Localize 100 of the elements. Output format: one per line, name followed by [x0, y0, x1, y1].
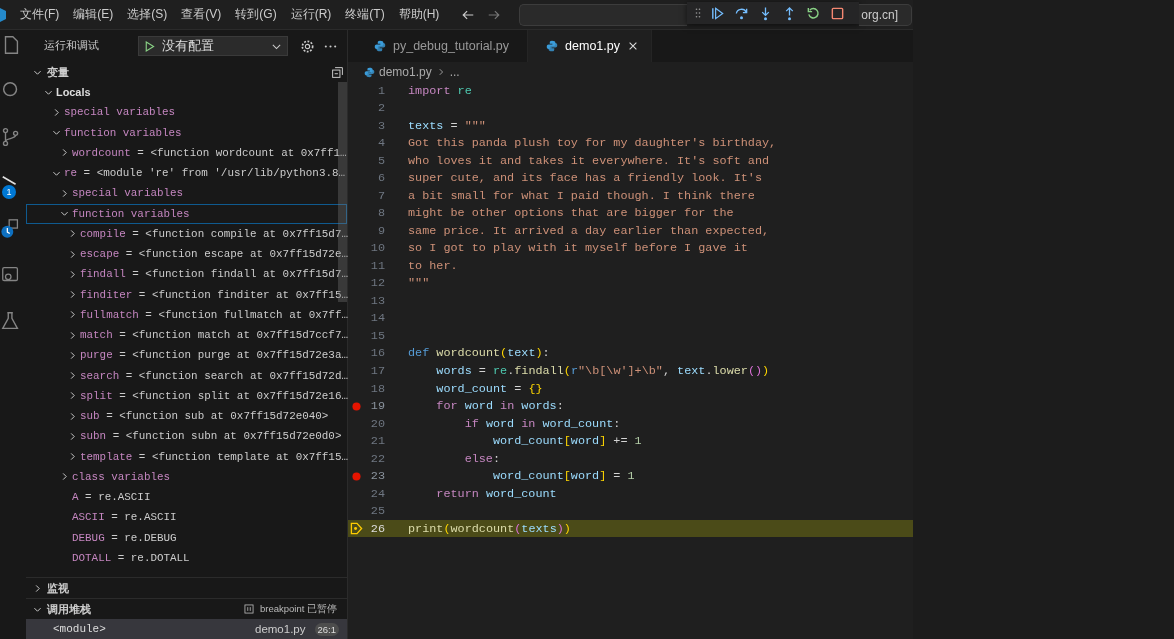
tree-row[interactable]: re = <module 're' from '/usr/lib/python3.8… [26, 163, 347, 184]
tree-row[interactable]: fullmatch = <function fullmatch at 0x7ff… [26, 304, 347, 325]
section-title[interactable]: 调用堆栈 [47, 601, 91, 617]
breadcrumb-item[interactable]: ... [449, 65, 460, 79]
tree-row[interactable]: function variables [26, 203, 347, 224]
variable-name: split [80, 389, 113, 402]
tree-row[interactable]: escape = <function escape at 0x7ff15d72e… [26, 244, 347, 265]
editor-tab[interactable]: demo1.py [528, 30, 652, 62]
variable-name: template [80, 450, 133, 463]
variable-value: = <function search at 0x7ff15d72d… [125, 369, 348, 382]
menu-item[interactable]: 转到(G) [235, 6, 277, 23]
tree-row[interactable]: match = <function match at 0x7ff15d7ccf7… [26, 325, 347, 346]
line-number: 17 [369, 364, 385, 378]
settings-icon[interactable] [300, 38, 315, 54]
tree-row[interactable]: subn = <function subn at 0x7ff15d72e0d0> [26, 426, 347, 447]
line-number: 4 [376, 136, 385, 151]
section-title[interactable]: 变量 [47, 64, 69, 80]
tree-row[interactable]: class variables [26, 466, 347, 487]
breakpoint-icon[interactable] [351, 401, 361, 411]
variable-value: = <function finditer at 0x7ff15… [138, 288, 348, 301]
scope-name: Locals [56, 86, 91, 99]
tree-row[interactable]: sub = <function sub at 0x7ff15d72e040> [26, 406, 347, 427]
drag-handle-icon[interactable] [695, 7, 702, 19]
breadcrumb-item[interactable]: demo1.py [379, 65, 432, 79]
python-file-icon [374, 40, 386, 52]
tree-row[interactable]: findall = <function findall at 0x7ff15d7… [26, 264, 347, 285]
variable-value: = <function purge at 0x7ff15d72e3a… [119, 349, 348, 362]
code-line: might be other options that are bigger for the [408, 206, 734, 221]
python-file-icon [546, 40, 559, 52]
tree-row[interactable]: search = <function search at 0x7ff15d72d… [26, 365, 347, 386]
collapse-all-icon[interactable] [331, 65, 344, 79]
tree-row[interactable]: Locals [26, 82, 347, 103]
variable-value: = re.DOTALL [117, 551, 190, 564]
code-line: if word in word_count: [463, 416, 621, 431]
tree-row[interactable]: purge = <function purge at 0x7ff15d72e3a… [26, 345, 347, 366]
menu-item[interactable]: 编辑(E) [73, 6, 114, 23]
tree-row[interactable]: wordcount = <function wordcount at 0x7ff1… [26, 142, 347, 163]
line-number: 23 [369, 469, 385, 484]
variable-name: escape [80, 248, 120, 261]
play-icon [143, 39, 156, 53]
variable-name: wordcount [72, 146, 131, 159]
menu-item[interactable]: 查看(V) [181, 6, 222, 23]
app-logo-icon [0, 7, 6, 22]
tree-row[interactable]: special variables [26, 183, 347, 204]
tree-row[interactable]: ASCII = re.ASCII [26, 507, 347, 528]
group-name: special variables [72, 187, 184, 200]
stop-icon[interactable] [830, 5, 846, 21]
line-number: 20 [369, 416, 385, 431]
menu-item[interactable]: 运行(R) [290, 6, 332, 23]
group-name: class variables [72, 470, 171, 483]
tree-row[interactable]: split = <function split at 0x7ff15d72e16… [26, 385, 347, 406]
frame-file: demo1.py [255, 623, 306, 635]
breakpoint-icon[interactable] [351, 471, 361, 481]
variable-value: = <function split at 0x7ff15d72e16… [119, 389, 348, 402]
line-number: 21 [369, 434, 385, 449]
variable-name: finditer [80, 288, 133, 301]
tree-row[interactable]: finditer = <function finditer at 0x7ff15… [26, 284, 347, 305]
line-position-badge: 26:1 [314, 622, 339, 636]
variable-value: = re.ASCII [111, 511, 177, 524]
tree-row[interactable]: compile = <function compile at 0x7ff15d7… [26, 223, 347, 244]
command-center-text[interactable]: org.cn] [859, 3, 913, 26]
line-number: 11 [369, 258, 385, 273]
variable-value: = <function subn at 0x7ff15d72e0d0> [112, 430, 342, 443]
stack-frame[interactable]: <module> demo1.py 26:1 [26, 619, 347, 639]
line-number: 14 [369, 311, 385, 326]
line-number: 5 [376, 153, 385, 168]
line-number: 10 [369, 241, 385, 256]
menu-item[interactable]: 终端(T) [345, 6, 385, 23]
tree-row[interactable]: DEBUG = re.DEBUG [26, 527, 347, 548]
frame-name: <module> [53, 623, 107, 635]
variable-name: match [80, 329, 113, 342]
restart-icon[interactable] [806, 5, 822, 21]
menu-item[interactable]: 文件(F) [20, 6, 60, 23]
tree-row[interactable]: A = re.ASCII [26, 487, 347, 508]
line-number: 2 [376, 101, 385, 116]
variable-value: = re.ASCII [85, 491, 151, 504]
tree-row[interactable]: special variables [26, 102, 347, 123]
variable-value: = <function escape at 0x7ff15d72e… [125, 248, 348, 261]
notification-badge: 1 [2, 185, 16, 199]
variable-name: DEBUG [72, 531, 105, 544]
tree-row[interactable]: DOTALL = re.DOTALL [26, 547, 347, 568]
section-title[interactable]: 监视 [47, 580, 69, 596]
line-number: 1 [376, 83, 385, 98]
pause-status-icon [244, 604, 254, 614]
python-file-icon [364, 66, 375, 78]
code-line: import re [408, 83, 472, 98]
code-line: def wordcount(text): [408, 346, 550, 361]
continue-icon[interactable] [710, 5, 726, 21]
line-number: 15 [369, 328, 385, 343]
line-number: 9 [376, 223, 385, 238]
line-number: 8 [376, 206, 385, 221]
code-line: so I got to play with it myself before I gave it [408, 241, 748, 256]
tree-row[interactable]: function variables [26, 122, 347, 143]
line-number: 7 [376, 188, 385, 203]
line-number: 18 [369, 381, 385, 396]
code-line: word_count[word] += 1 [491, 434, 642, 449]
config-dropdown[interactable]: 没有配置 [138, 36, 288, 56]
tree-row[interactable]: template = <function template at 0x7ff15… [26, 446, 347, 467]
menu-item[interactable]: 帮助(H) [398, 6, 440, 23]
menu-item[interactable]: 选择(S) [127, 6, 168, 23]
